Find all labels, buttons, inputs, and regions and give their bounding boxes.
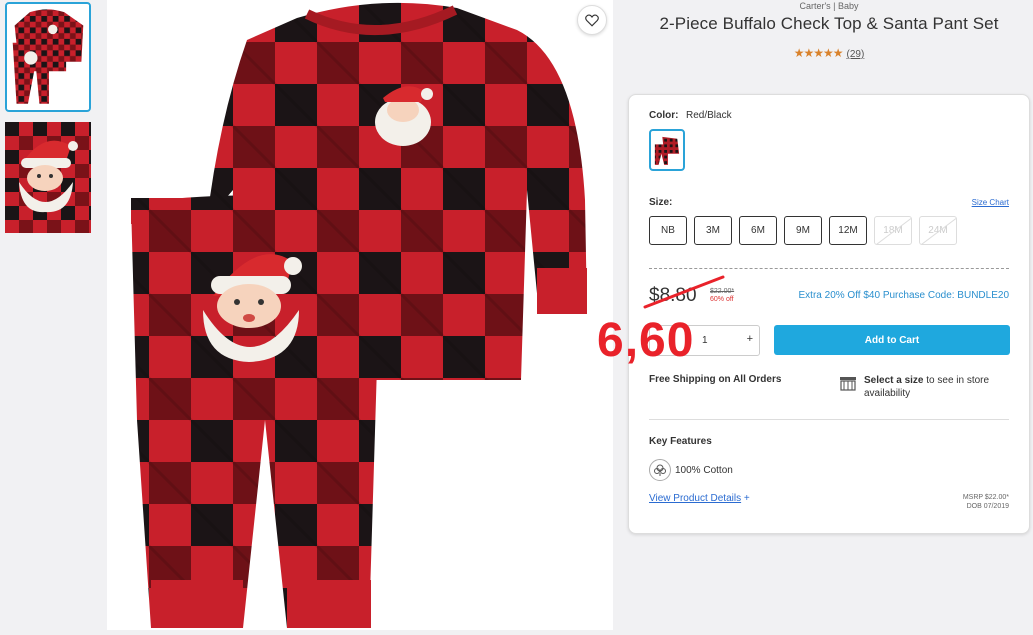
promo-text: Extra 20% Off $40 Purchase Code: BUNDLE2… [798,290,1009,301]
size-option-9m[interactable]: 9M [784,216,822,245]
size-option-24m: 24M [919,216,957,245]
heart-icon [585,13,599,27]
store-availability[interactable]: Select a size to see in store availabili… [864,374,1014,400]
expand-plus-icon[interactable]: + [744,493,750,504]
thumbnail-outfit-image [7,4,89,110]
size-option-3m[interactable]: 3M [694,216,732,245]
add-to-cart-button[interactable]: Add to Cart [774,325,1010,355]
purchase-card: Color: Red/Black Size: Size Chart NB 3M … [597,94,1030,534]
product-title: 2-Piece Buffalo Check Top & Santa Pant S… [659,14,999,33]
dob-value: DOB 07/2019 [966,503,1009,510]
original-price: $22.00* [710,288,735,295]
percent-off: 60% off [710,296,734,303]
size-chart-link[interactable]: Size Chart [972,198,1009,207]
cotton-feature: 100% Cotton [675,465,733,476]
product-page: Carter's | Baby 2-Piece Buffalo Check To… [0,0,1033,635]
msrp-info: MSRP $22.00* DOB 07/2019 [963,493,1009,511]
quantity-increase-button[interactable]: + [747,333,753,345]
msrp-value: MSRP $22.00* [962,494,1009,501]
quantity-value[interactable]: 1 [702,335,708,346]
brand-breadcrumb[interactable]: Carter's | Baby [628,1,1030,11]
size-option-12m[interactable]: 12M [829,216,867,245]
cotton-icon [649,459,671,481]
color-label: Color: [649,110,679,121]
product-photo [107,0,613,630]
quantity-stepper[interactable]: 1 + [649,325,760,356]
swatch-image [654,136,680,165]
color-swatch-red-black[interactable] [649,129,685,171]
review-count-link[interactable]: (29) [847,49,865,60]
view-product-details-link[interactable]: View Product Details + [649,493,750,504]
thumbnail-santa-image [5,122,91,233]
store-availability-bold: Select a size [864,375,924,386]
cotton-glyph [654,464,666,476]
divider-dashed [649,268,1009,269]
main-product-image[interactable] [107,0,613,630]
size-option-18m: 18M [874,216,912,245]
view-details-label[interactable]: View Product Details [649,493,741,504]
key-features-heading: Key Features [649,436,712,447]
color-value: Red/Black [686,110,732,121]
thumbnail-outfit[interactable] [5,2,91,112]
free-shipping-text: Free Shipping on All Orders [649,374,782,385]
size-label: Size: [649,197,673,208]
star-rating-icon: ★★★★★ [793,46,844,60]
size-options: NB 3M 6M 9M 12M 18M 24M [649,216,957,245]
divider [649,419,1009,420]
favorite-button[interactable] [577,5,607,35]
size-option-nb[interactable]: NB [649,216,687,245]
store-icon [840,377,856,391]
size-option-6m[interactable]: 6M [739,216,777,245]
thumbnail-santa-detail[interactable] [5,122,91,233]
rating: ★★★★★ (29) [628,46,1030,60]
